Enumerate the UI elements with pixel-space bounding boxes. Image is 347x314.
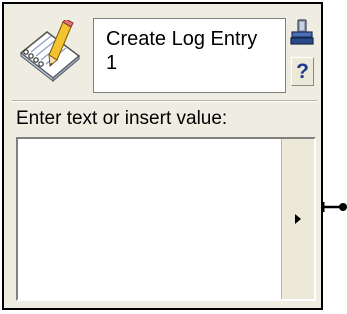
activity-title: Create Log Entry 1 (106, 28, 258, 74)
help-button[interactable]: ? (291, 57, 314, 86)
right-arrow-icon (295, 214, 301, 224)
insert-value-button[interactable] (281, 139, 314, 299)
enter-text-label: Enter text or insert value: (16, 108, 228, 129)
activity-title-box: Create Log Entry 1 (93, 18, 286, 93)
create-log-entry-activity[interactable]: Create Log Entry 1 ? Enter text or inser… (2, 2, 323, 310)
lock-icon[interactable] (290, 19, 314, 45)
divider (12, 100, 317, 102)
log-text-container (16, 137, 316, 301)
log-text-input[interactable] (18, 139, 281, 299)
notebook-pencil-icon (19, 20, 81, 82)
output-connector-icon[interactable] (323, 198, 347, 216)
